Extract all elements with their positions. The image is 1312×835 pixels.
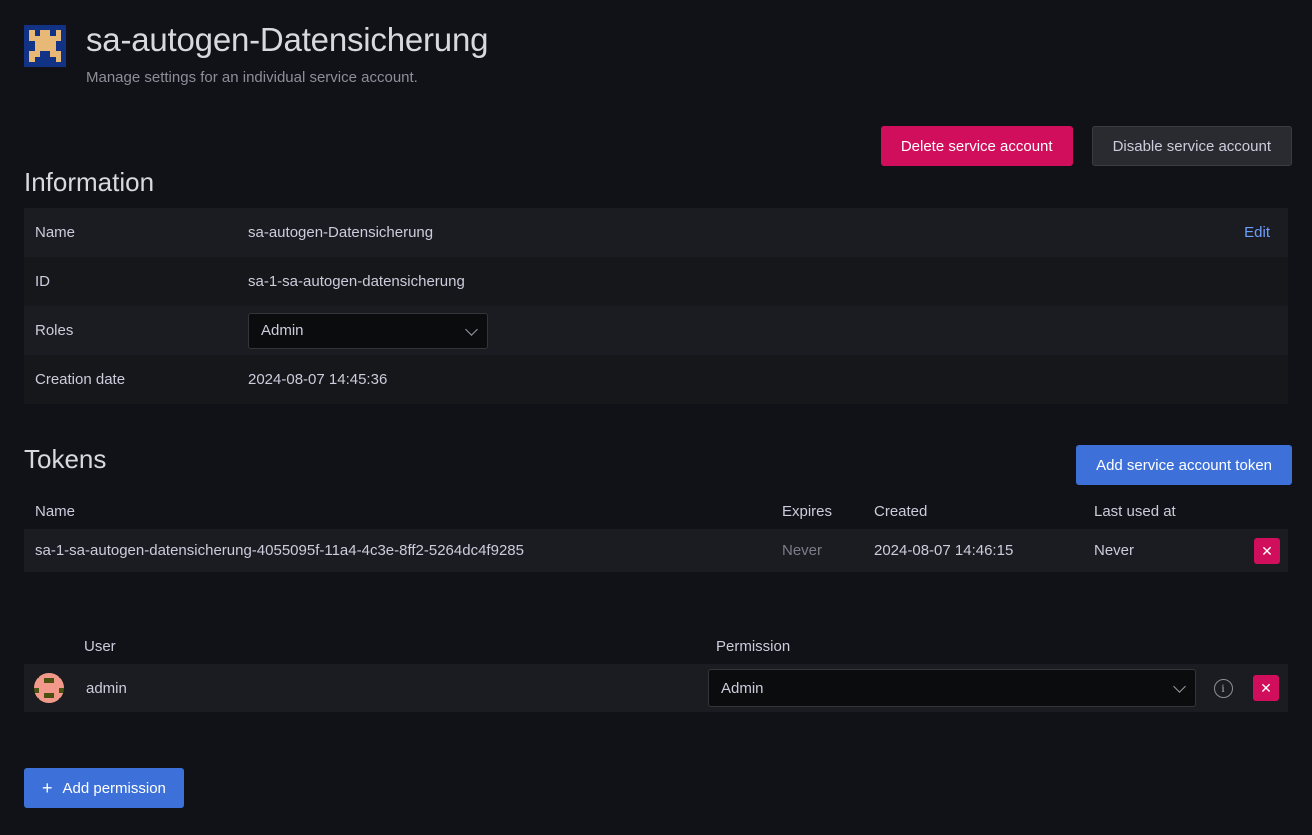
permissions-col-info bbox=[1202, 628, 1244, 664]
permission-info-cell: i bbox=[1202, 664, 1244, 712]
permission-actions-cell: ✕ bbox=[1244, 664, 1288, 712]
info-action-cell-empty bbox=[1168, 355, 1288, 404]
tokens-col-actions bbox=[1243, 493, 1288, 529]
information-table: Name sa-autogen-Datensicherung Edit ID s… bbox=[24, 208, 1288, 404]
delete-service-account-button[interactable]: Delete service account bbox=[881, 126, 1073, 166]
account-actions: Delete service account Disable service a… bbox=[881, 126, 1292, 166]
permission-select-value: Admin bbox=[721, 680, 764, 697]
permission-select[interactable]: Admin bbox=[708, 669, 1196, 707]
info-label-creation-date: Creation date bbox=[24, 355, 248, 404]
table-row: admin Admin i ✕ bbox=[24, 664, 1288, 712]
permission-user-name: admin bbox=[86, 680, 127, 697]
info-value-id: sa-1-sa-autogen-datensicherung bbox=[248, 257, 1168, 306]
tokens-col-last-used: Last used at bbox=[1083, 493, 1243, 529]
chevron-down-icon bbox=[1173, 680, 1186, 693]
roles-select[interactable]: Admin bbox=[248, 313, 488, 349]
page-title: sa-autogen-Datensicherung bbox=[86, 18, 488, 62]
information-section-title: Information bbox=[24, 166, 154, 198]
close-icon[interactable]: ✕ bbox=[1253, 675, 1279, 701]
plus-icon: + bbox=[42, 778, 53, 799]
token-created: 2024-08-07 14:46:15 bbox=[863, 529, 1083, 572]
add-permission-button[interactable]: + Add permission bbox=[24, 768, 184, 808]
tokens-section-title: Tokens bbox=[24, 443, 106, 475]
table-row: ID sa-1-sa-autogen-datensicherung bbox=[24, 257, 1288, 306]
tokens-col-expires: Expires bbox=[771, 493, 863, 529]
permission-select-cell: Admin bbox=[708, 664, 1202, 712]
avatar bbox=[34, 673, 64, 703]
info-value-name: sa-autogen-Datensicherung bbox=[248, 208, 1168, 257]
table-row: sa-1-sa-autogen-datensicherung-4055095f-… bbox=[24, 529, 1288, 572]
tokens-col-name: Name bbox=[24, 493, 771, 529]
tokens-col-created: Created bbox=[863, 493, 1083, 529]
info-action-cell-empty bbox=[1168, 306, 1288, 355]
info-label-name: Name bbox=[24, 208, 248, 257]
info-value-roles: Admin bbox=[248, 306, 1168, 355]
token-name: sa-1-sa-autogen-datensicherung-4055095f-… bbox=[24, 529, 771, 572]
table-row: Roles Admin bbox=[24, 306, 1288, 355]
title-block: sa-autogen-Datensicherung Manage setting… bbox=[86, 18, 488, 88]
table-header-row: Name Expires Created Last used at bbox=[24, 493, 1288, 529]
permissions-col-permission: Permission bbox=[708, 628, 1202, 664]
permissions-table: User Permission admin Admin bbox=[24, 628, 1288, 712]
info-value-creation-date: 2024-08-07 14:45:36 bbox=[248, 355, 1168, 404]
permissions-col-user: User bbox=[24, 628, 708, 664]
page-subtitle: Manage settings for an individual servic… bbox=[86, 68, 488, 88]
token-actions-cell: ✕ bbox=[1243, 529, 1288, 572]
info-action-cell: Edit bbox=[1168, 208, 1288, 257]
table-row: Creation date 2024-08-07 14:45:36 bbox=[24, 355, 1288, 404]
token-expires: Never bbox=[771, 529, 863, 572]
tokens-table: Name Expires Created Last used at sa-1-s… bbox=[24, 493, 1288, 572]
info-action-cell-empty bbox=[1168, 257, 1288, 306]
close-icon[interactable]: ✕ bbox=[1254, 538, 1280, 564]
chevron-down-icon bbox=[465, 323, 478, 336]
add-permission-label: Add permission bbox=[63, 780, 166, 797]
info-circle-icon[interactable]: i bbox=[1214, 679, 1233, 698]
add-service-account-token-button[interactable]: Add service account token bbox=[1076, 445, 1292, 485]
roles-select-value: Admin bbox=[261, 322, 304, 339]
token-last-used: Never bbox=[1083, 529, 1243, 572]
page-header: sa-autogen-Datensicherung Manage setting… bbox=[24, 0, 1288, 88]
service-account-page: sa-autogen-Datensicherung Manage setting… bbox=[0, 0, 1312, 835]
edit-name-link[interactable]: Edit bbox=[1244, 224, 1270, 241]
permission-user-cell: admin bbox=[24, 664, 708, 712]
permissions-col-actions bbox=[1244, 628, 1288, 664]
table-row: Name sa-autogen-Datensicherung Edit bbox=[24, 208, 1288, 257]
service-account-identicon bbox=[24, 25, 66, 67]
info-label-id: ID bbox=[24, 257, 248, 306]
table-header-row: User Permission bbox=[24, 628, 1288, 664]
info-label-roles: Roles bbox=[24, 306, 248, 355]
disable-service-account-button[interactable]: Disable service account bbox=[1092, 126, 1292, 166]
